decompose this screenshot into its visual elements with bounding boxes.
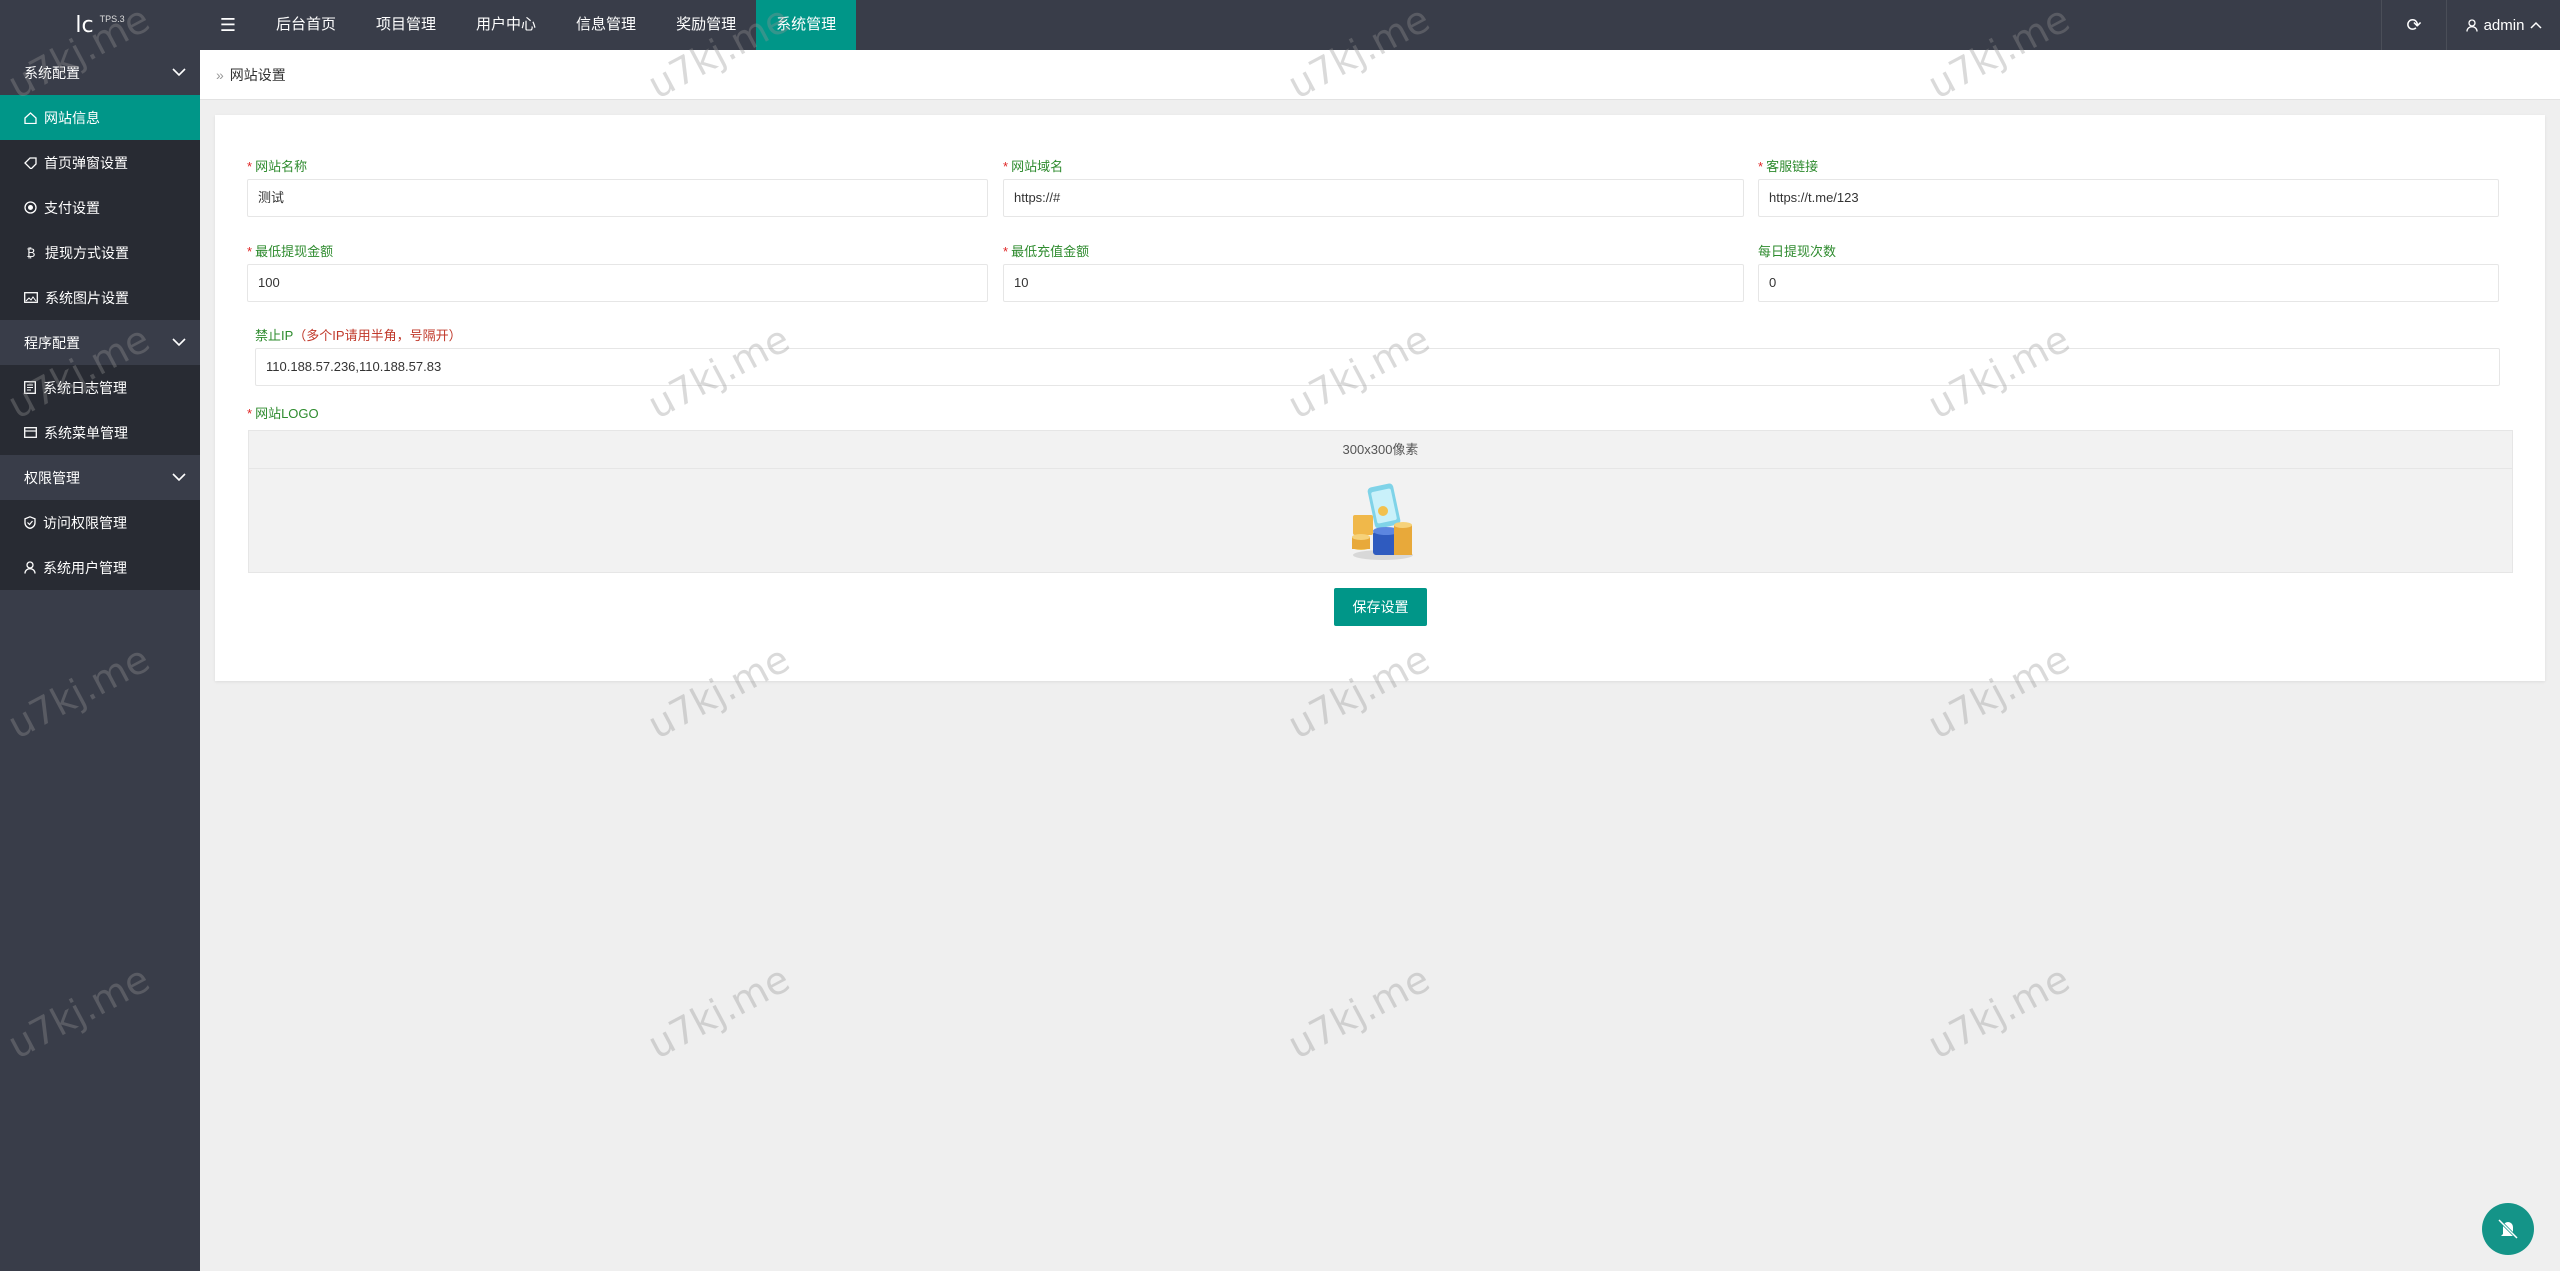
site-domain-label: * 网站域名 [1003,159,1064,174]
menu-icon [24,427,37,438]
sidebar-item-label: 网站信息 [44,109,100,126]
sidebar-item-label: 系统日志管理 [43,379,127,396]
logo-size-hint: 300x300像素 [249,431,2512,469]
min-recharge-field: * 最低充值金额 10 [1003,242,1744,302]
tag-icon [24,156,37,169]
home-icon [24,111,37,124]
min-recharge-input[interactable]: 10 [1003,264,1744,302]
user-icon [24,561,36,574]
watermark: u7kj.me [640,956,797,1068]
nav-info[interactable]: 信息管理 [556,0,656,50]
sidebar-group-permissions[interactable]: 权限管理 [0,455,200,500]
daily-withdraw-field: 每日提现次数 0 [1758,242,2499,302]
service-link-input[interactable]: https://t.me/123 [1758,179,2499,217]
service-link-label: * 客服链接 [1758,159,1819,174]
sidebar-item-site-info[interactable]: 网站信息 [0,95,200,140]
nav-rewards[interactable]: 奖励管理 [656,0,756,50]
site-name-field: * 网站名称 测试 [247,157,988,217]
top-nav: 后台首页 项目管理 用户中心 信息管理 奖励管理 系统管理 [256,0,857,50]
banned-ip-field: 禁止IP（多个IP请用半角，号隔开） 110.188.57.236,110.18… [255,326,2500,386]
min-withdraw-label: * 最低提现金额 [247,244,334,259]
site-domain-field: * 网站域名 https://# [1003,157,1744,217]
sidebar-group-label: 程序配置 [24,334,80,351]
nav-users[interactable]: 用户中心 [456,0,556,50]
daily-withdraw-input[interactable]: 0 [1758,264,2499,302]
chevron-down-icon [172,68,186,77]
site-domain-input[interactable]: https://# [1003,179,1744,217]
app-logo[interactable]: lc TPS.3 [0,0,200,50]
sidebar-item-system-menus[interactable]: 系统菜单管理 [0,410,200,455]
nav-dashboard[interactable]: 后台首页 [256,0,356,50]
sidebar-item-image-settings[interactable]: 系统图片设置 [0,275,200,320]
sidebar-item-label: 系统菜单管理 [44,424,128,441]
top-header: lc TPS.3 ☰ 后台首页 项目管理 用户中心 信息管理 奖励管理 系统管理… [0,0,2560,50]
sidebar-item-label: 提现方式设置 [45,244,129,261]
sidebar: 系统配置 网站信息 首页弹窗设置 支付设置 ₿ 提现方式设置 系统图片设置 程序… [0,50,200,1271]
sidebar-item-system-logs[interactable]: 系统日志管理 [0,365,200,410]
banned-ip-input[interactable]: 110.188.57.236,110.188.57.83 [255,348,2500,386]
min-withdraw-input[interactable]: 100 [247,264,988,302]
sidebar-item-label: 系统用户管理 [43,559,127,576]
site-logo-image [1352,483,1413,560]
save-button[interactable]: 保存设置 [1334,588,1427,626]
sidebar-item-label: 首页弹窗设置 [44,154,128,171]
nav-system[interactable]: 系统管理 [756,0,857,50]
breadcrumb: » 网站设置 [200,50,2560,100]
chevron-down-icon [172,338,186,347]
sidebar-group-label: 权限管理 [24,469,80,486]
banned-ip-hint: （多个IP请用半角，号隔开） [293,328,462,343]
watermark: u7kj.me [1920,956,2077,1068]
banned-ip-label: 禁止IP（多个IP请用半角，号隔开） [255,328,462,343]
bell-off-icon [2497,1218,2519,1240]
site-logo-label: * 网站LOGO [247,406,319,421]
version-label: TPS.3 [99,14,125,24]
sidebar-group-label: 系统配置 [24,64,80,81]
min-withdraw-field: * 最低提现金额 100 [247,242,988,302]
menu-toggle-icon[interactable]: ☰ [200,0,256,50]
min-recharge-label: * 最低充值金额 [1003,244,1090,259]
sidebar-item-access-permissions[interactable]: 访问权限管理 [0,500,200,545]
floating-chat-button[interactable] [2482,1203,2534,1255]
sidebar-item-label: 系统图片设置 [45,289,129,306]
site-name-label: * 网站名称 [247,159,308,174]
image-icon [24,292,38,303]
sidebar-group-program-config[interactable]: 程序配置 [0,320,200,365]
sidebar-item-label: 支付设置 [44,199,100,216]
sidebar-group-system-config[interactable]: 系统配置 [0,50,200,95]
watermark: u7kj.me [1280,956,1437,1068]
site-name-input[interactable]: 测试 [247,179,988,217]
logo-text: lc [75,12,94,38]
payment-icon [24,201,37,214]
chevron-down-icon [172,473,186,482]
log-icon [24,381,36,394]
bitcoin-icon: ₿ [26,245,36,260]
sidebar-item-label: 访问权限管理 [43,514,127,531]
breadcrumb-separator: » [216,66,224,83]
sidebar-item-popup-settings[interactable]: 首页弹窗设置 [0,140,200,185]
chevron-up-icon [2530,21,2542,29]
sidebar-item-system-users[interactable]: 系统用户管理 [0,545,200,590]
site-logo-label-wrap: * 网站LOGO [247,404,319,424]
sidebar-item-withdraw-methods[interactable]: ₿ 提现方式设置 [0,230,200,275]
user-name: admin [2483,16,2525,34]
breadcrumb-current[interactable]: 网站设置 [230,65,286,85]
settings-form-card: * 网站名称 测试 * 网站域名 https://# * 客服链接 https://t… [215,115,2545,681]
user-icon [2465,18,2478,32]
refresh-icon[interactable]: ⟳ [2381,0,2447,50]
sidebar-item-payment-settings[interactable]: 支付设置 [0,185,200,230]
logo-upload-area[interactable]: 300x300像素 [248,430,2513,573]
user-menu[interactable]: admin [2448,0,2560,50]
service-link-field: * 客服链接 https://t.me/123 [1758,157,2499,217]
daily-withdraw-label: 每日提现次数 [1758,244,1837,259]
shield-icon [24,516,36,529]
nav-projects[interactable]: 项目管理 [356,0,456,50]
